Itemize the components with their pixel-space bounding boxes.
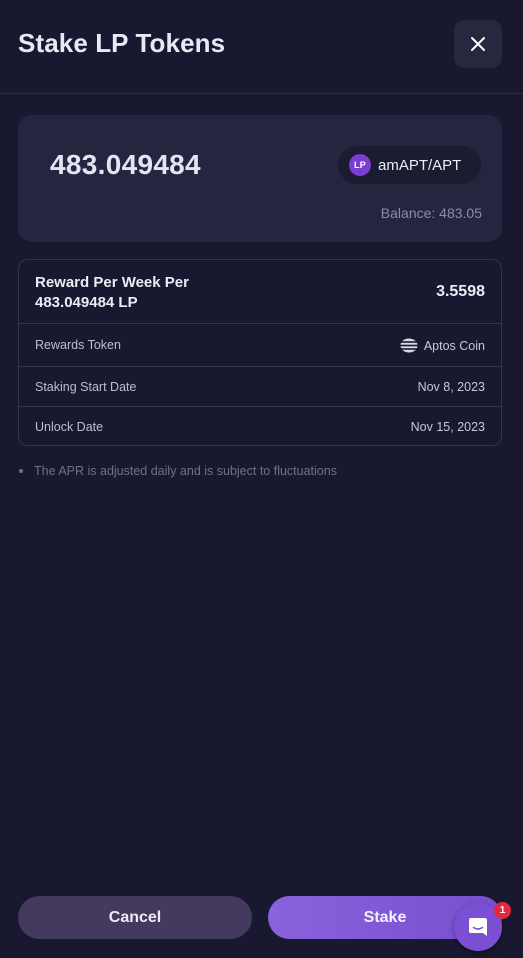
token-selector[interactable]: LP amAPT/APT	[338, 146, 481, 184]
reward-label-line-2: 483.049484 LP	[35, 294, 138, 311]
apr-note-text: The APR is adjusted daily and is subject…	[34, 464, 337, 478]
stake-modal: Stake LP Tokens 483.049484 LP amAPT/APT …	[0, 0, 523, 958]
close-button[interactable]	[454, 20, 502, 68]
rewards-token-row: Rewards Token Aptos Coin	[19, 324, 501, 367]
notification-badge: 1	[494, 902, 511, 919]
rewards-token-value: Aptos Coin	[423, 338, 485, 353]
rewards-token-value-wrap: Aptos Coin	[400, 338, 485, 353]
lp-token-icon: LP	[349, 154, 371, 176]
unlock-date-label: Unlock Date	[35, 420, 104, 434]
staking-start-value: Nov 8, 2023	[417, 380, 485, 394]
stake-amount-input[interactable]: 483.049484	[50, 149, 201, 181]
balance-label[interactable]: Balance: 483.05	[381, 205, 482, 221]
token-name: amAPT/APT	[378, 156, 462, 174]
modal-header: Stake LP Tokens	[0, 0, 523, 94]
reward-label: Reward Per Week Per 483.049484 LP	[35, 273, 189, 313]
modal-title: Stake LP Tokens	[18, 28, 226, 58]
reward-row: Reward Per Week Per 483.049484 LP 3.5598	[19, 260, 501, 324]
bullet-icon	[19, 469, 23, 473]
rewards-token-label: Rewards Token	[35, 338, 121, 352]
reward-label-line-1: Reward Per Week Per	[35, 274, 189, 291]
unlock-date-value: Nov 15, 2023	[410, 420, 485, 434]
stake-details: Reward Per Week Per 483.049484 LP 3.5598…	[18, 259, 502, 446]
cancel-button[interactable]: Cancel	[18, 896, 252, 939]
apr-note: The APR is adjusted daily and is subject…	[19, 464, 337, 478]
staking-start-row: Staking Start Date Nov 8, 2023	[19, 367, 501, 407]
reward-value: 3.5598	[436, 283, 485, 300]
chat-icon	[469, 918, 487, 936]
amount-card: 483.049484 LP amAPT/APT Balance: 483.05	[18, 115, 502, 242]
aptos-coin-icon	[400, 338, 418, 353]
unlock-date-row: Unlock Date Nov 15, 2023	[19, 407, 501, 447]
close-icon	[471, 37, 485, 51]
staking-start-label: Staking Start Date	[35, 380, 137, 394]
